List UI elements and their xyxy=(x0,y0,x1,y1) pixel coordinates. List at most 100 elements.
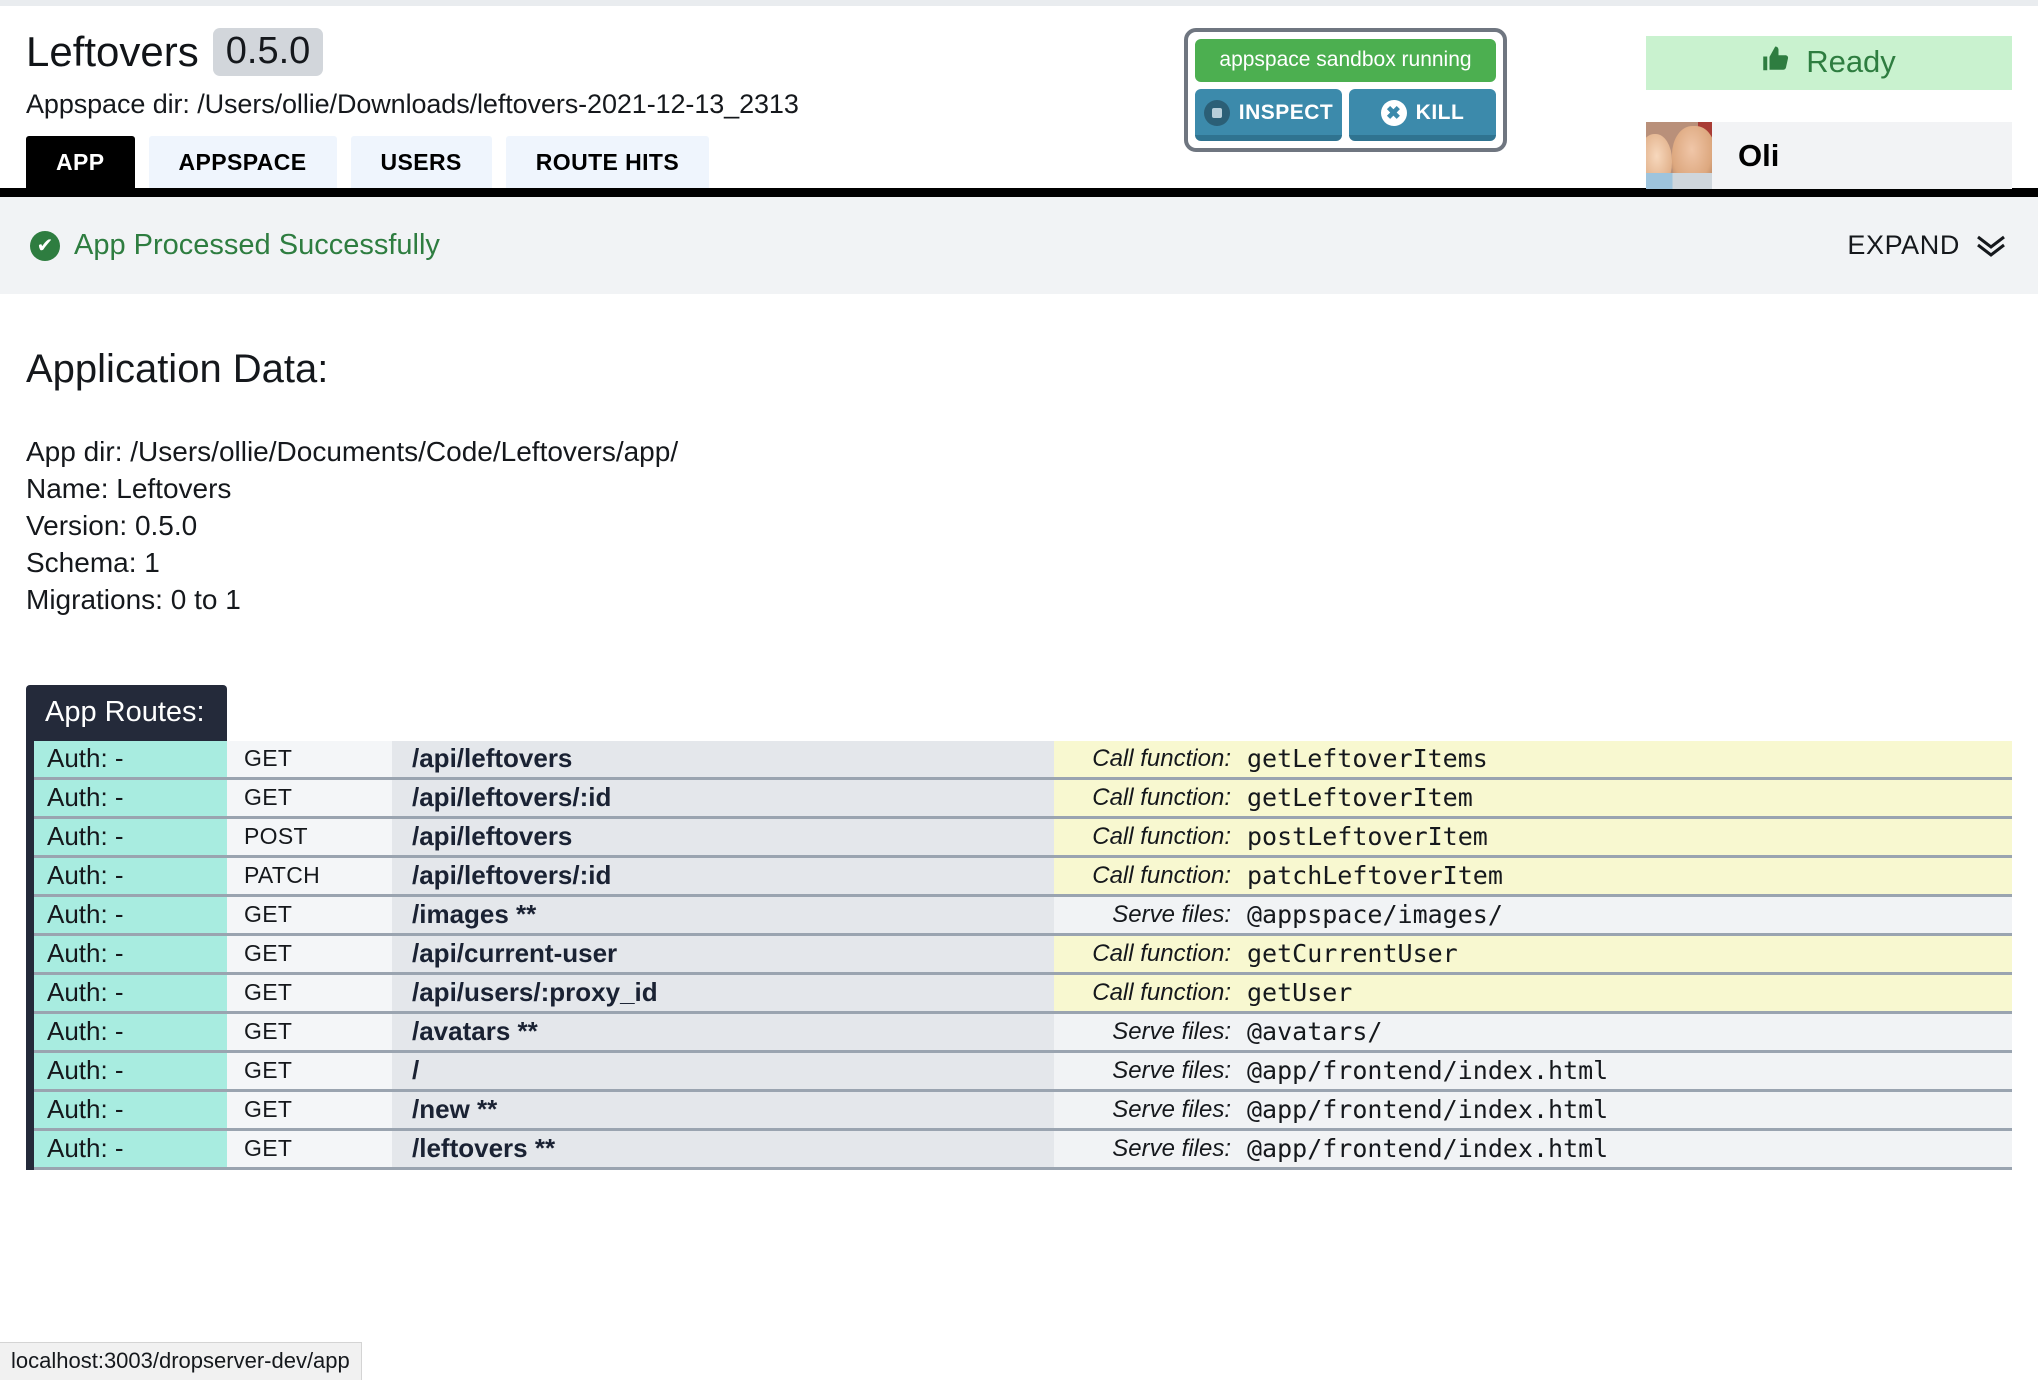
inspect-button-label: INSPECT xyxy=(1238,101,1334,124)
route-handler-value: patchLeftoverItem xyxy=(1247,861,1503,891)
route-handler-value: getLeftoverItem xyxy=(1247,783,1473,813)
route-handler-kind: Serve files: xyxy=(1112,1095,1231,1123)
route-method-cell: GET xyxy=(227,974,392,1011)
table-row[interactable]: Auth: - GET/api/leftovers/:id Call functio… xyxy=(34,779,2012,819)
route-auth-cell: Auth: - xyxy=(34,1013,227,1050)
avatar xyxy=(1646,122,1712,189)
route-path-cell: /api/leftovers/:id xyxy=(392,857,1054,894)
route-path-cell: /api/current-user xyxy=(392,935,1054,972)
sandbox-button-group: INSPECT ✖ KILL xyxy=(1195,89,1496,141)
route-auth-cell: Auth: - xyxy=(34,740,227,777)
route-path-cell: /api/leftovers/:id xyxy=(392,779,1054,816)
sandbox-panel: appspace sandbox running INSPECT ✖ KILL xyxy=(1184,28,1507,152)
app-routes-label: App Routes: xyxy=(26,684,227,741)
route-handler-cell: Call function: getUser xyxy=(1054,974,2012,1011)
route-method-cell: GET xyxy=(227,740,392,777)
table-row[interactable]: Auth: - GET/api/users/:proxy_id Call funct… xyxy=(34,974,2012,1014)
table-row[interactable]: Auth: - GET/avatars ** Serve files: @avatar… xyxy=(34,1013,2012,1053)
check-circle-icon: ✔ xyxy=(30,230,60,261)
application-meta-list: App dir: /Users/ollie/Documents/Code/Lef… xyxy=(26,434,2012,619)
route-auth-cell: Auth: - xyxy=(34,857,227,894)
route-handler-kind: Serve files: xyxy=(1112,900,1231,928)
tab-users[interactable]: USERS xyxy=(350,136,492,188)
meta-schema: Schema: 1 xyxy=(26,546,160,578)
table-row[interactable]: Auth: - GET / Serve files: @app/frontend/ind… xyxy=(34,1052,2012,1092)
route-path-cell: /api/leftovers xyxy=(392,740,1054,777)
status-message-group: ✔ App Processed Successfully xyxy=(30,229,440,262)
route-auth-cell: Auth: - xyxy=(34,1052,227,1089)
app-title-row: Leftovers 0.5.0 xyxy=(26,28,799,76)
page-header: Leftovers 0.5.0 Appspace dir: /Users/oll… xyxy=(0,6,2038,189)
route-handler-value: getUser xyxy=(1247,978,1353,1008)
route-method-cell: PATCH xyxy=(227,857,392,894)
route-handler-kind: Call function: xyxy=(1092,861,1231,889)
title-block: Leftovers 0.5.0 Appspace dir: /Users/oll… xyxy=(26,28,799,120)
inspect-icon xyxy=(1203,100,1230,126)
route-handler-cell: Serve files: @app/frontend/index.html xyxy=(1054,1091,2012,1128)
sandbox-status-badge: appspace sandbox running xyxy=(1195,39,1496,82)
route-handler-value: @avatars/ xyxy=(1247,1017,1383,1047)
table-row[interactable]: Auth: - GET/api/leftovers Call function: ge… xyxy=(34,740,2012,780)
route-handler-cell: Call function: patchLeftoverItem xyxy=(1054,857,2012,894)
route-handler-cell: Call function: getCurrentUser xyxy=(1054,935,2012,972)
header-bottom-rule xyxy=(0,188,2038,197)
route-handler-kind: Call function: xyxy=(1092,783,1231,811)
meta-app-dir: App dir: /Users/ollie/Documents/Code/Lef… xyxy=(26,436,679,467)
route-handler-cell: Call function: getLeftoverItem xyxy=(1054,779,2012,816)
route-auth-cell: Auth: - xyxy=(34,818,227,855)
route-auth-cell: Auth: - xyxy=(34,896,227,933)
table-row[interactable]: Auth: - GET/api/current-user Call function… xyxy=(34,935,2012,975)
route-method-cell: GET xyxy=(227,1052,392,1089)
application-data-title: Application Data: xyxy=(26,347,329,391)
ready-label: Ready xyxy=(1806,44,1896,79)
route-method-cell: GET xyxy=(227,1091,392,1128)
route-auth-cell: Auth: - xyxy=(34,974,227,1011)
route-handler-value: @app/frontend/index.html xyxy=(1247,1095,1609,1125)
table-row[interactable]: Auth: - GET/new ** Serve files: @app/fronte… xyxy=(34,1091,2012,1131)
route-path-cell: /avatars ** xyxy=(392,1013,1054,1050)
kill-button-label: KILL xyxy=(1415,101,1465,124)
status-message: App Processed Successfully xyxy=(74,229,440,261)
tab-route-hits[interactable]: ROUTE HITS xyxy=(505,136,710,188)
appspace-dir-label: Appspace dir: /Users/ollie/Downloads/lef… xyxy=(26,89,799,119)
version-badge: 0.5.0 xyxy=(212,28,324,76)
table-row[interactable]: Auth: - GET/leftovers ** Serve files: @app/… xyxy=(34,1130,2012,1170)
route-path-cell: /api/users/:proxy_id xyxy=(392,974,1054,1011)
meta-version: Version: 0.5.0 xyxy=(26,509,198,541)
thumbs-up-icon xyxy=(1762,44,1792,80)
browser-status-url: localhost:3003/dropserver-dev/app xyxy=(0,1342,362,1380)
route-handler-cell: Serve files: @app/frontend/index.html xyxy=(1054,1052,2012,1089)
tab-appspace[interactable]: APPSPACE xyxy=(148,136,337,188)
route-method-cell: GET xyxy=(227,896,392,933)
route-method-cell: GET xyxy=(227,935,392,972)
meta-migrations: Migrations: 0 to 1 xyxy=(26,583,241,615)
route-handler-kind: Serve files: xyxy=(1112,1056,1231,1084)
user-menu[interactable]: Oli xyxy=(1646,122,2012,189)
process-status-bar: ✔ App Processed Successfully EXPAND xyxy=(0,197,2038,294)
route-auth-cell: Auth: - xyxy=(34,1091,227,1128)
app-routes-table: Auth: - GET/api/leftovers Call function: ge… xyxy=(26,740,2012,1170)
meta-name: Name: Leftovers xyxy=(26,472,232,504)
route-handler-kind: Serve files: xyxy=(1112,1017,1231,1045)
route-method-cell: GET xyxy=(227,1013,392,1050)
app-routes-section: App Routes: Auth: - GET/api/leftovers Call… xyxy=(26,684,2012,1170)
table-row[interactable]: Auth: - GET/images ** Serve files: @appspac… xyxy=(34,896,2012,936)
route-handler-kind: Call function: xyxy=(1092,744,1231,772)
table-row[interactable]: Auth: - POST/api/leftovers Call function: p… xyxy=(34,818,2012,858)
ready-status-banner: Ready xyxy=(1646,36,2012,90)
expand-label: EXPAND xyxy=(1847,230,1960,260)
table-row[interactable]: Auth: - PATCH/api/leftovers/:id Call funct… xyxy=(34,857,2012,897)
route-handler-value: postLeftoverItem xyxy=(1247,822,1488,852)
route-auth-cell: Auth: - xyxy=(34,1130,227,1167)
route-handler-value: getLeftoverItems xyxy=(1247,744,1488,774)
route-handler-value: @app/frontend/index.html xyxy=(1247,1056,1609,1086)
inspect-button[interactable]: INSPECT xyxy=(1195,89,1342,141)
close-icon: ✖ xyxy=(1380,100,1407,126)
tab-app[interactable]: APP xyxy=(26,136,135,188)
route-handler-kind: Call function: xyxy=(1092,978,1231,1006)
route-handler-value: getCurrentUser xyxy=(1247,939,1458,969)
expand-toggle[interactable]: EXPAND xyxy=(1847,230,2008,261)
kill-button[interactable]: ✖ KILL xyxy=(1349,89,1496,141)
route-handler-kind: Call function: xyxy=(1092,939,1231,967)
tab-bar: APP APPSPACE USERS ROUTE HITS xyxy=(26,136,710,188)
